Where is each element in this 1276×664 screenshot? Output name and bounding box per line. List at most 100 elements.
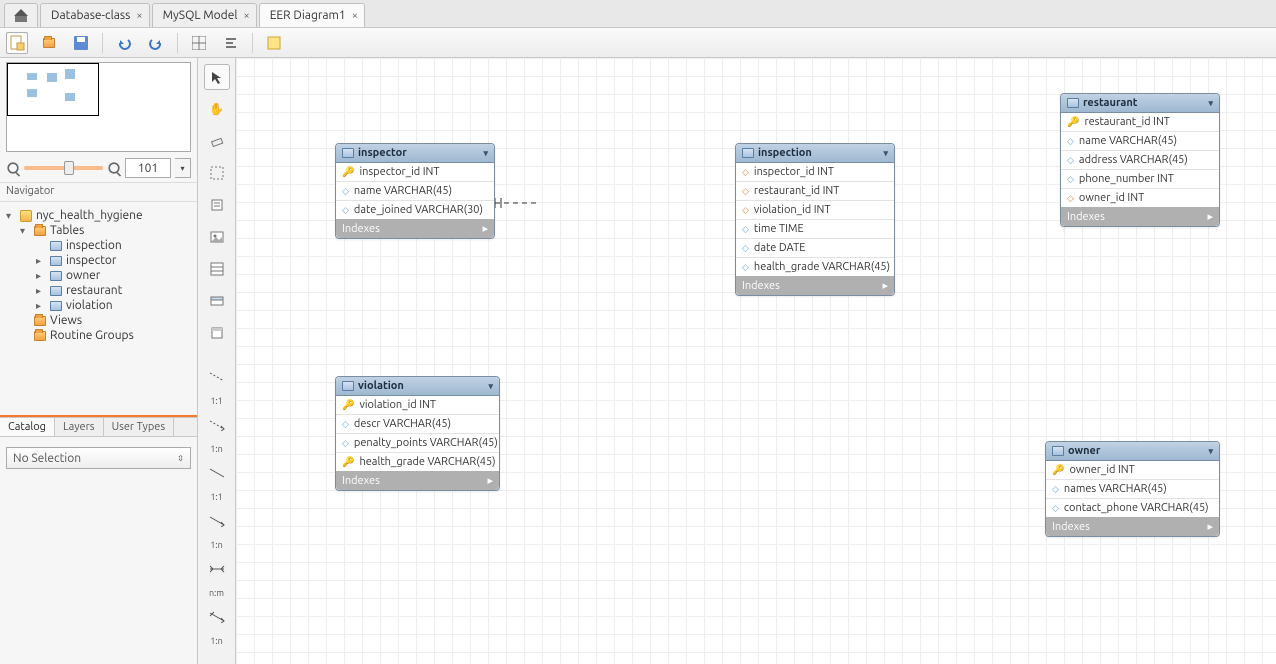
entity-header[interactable]: inspector▾ bbox=[336, 144, 494, 163]
grid-toggle-button[interactable] bbox=[188, 32, 210, 54]
selection-dropdown[interactable]: No Selection ⇳ bbox=[6, 447, 191, 469]
tool-rel-place[interactable] bbox=[204, 604, 230, 630]
entity-column[interactable]: ◇descr VARCHAR(45) bbox=[336, 414, 499, 433]
tree-table-violation[interactable]: ▸ violation bbox=[4, 298, 193, 313]
entity-header[interactable]: inspection▾ bbox=[736, 144, 894, 163]
collapse-icon[interactable]: ▾ bbox=[1208, 446, 1213, 457]
entity-footer[interactable]: Indexes▸ bbox=[336, 219, 494, 238]
entity-column[interactable]: 🔑restaurant_id INT bbox=[1061, 113, 1219, 131]
zoom-out-icon[interactable] bbox=[7, 162, 18, 173]
btab-layers[interactable]: Layers bbox=[55, 418, 104, 436]
entity-restaurant[interactable]: restaurant▾🔑restaurant_id INT◇name VARCH… bbox=[1060, 93, 1220, 227]
entity-column[interactable]: 🔑owner_id INT bbox=[1046, 461, 1219, 479]
entity-header[interactable]: restaurant▾ bbox=[1061, 94, 1219, 113]
disclosure-icon[interactable]: ▸ bbox=[36, 270, 46, 282]
entity-column[interactable]: ◇contact_phone VARCHAR(45) bbox=[1046, 498, 1219, 517]
tool-rel-11-id[interactable] bbox=[204, 460, 230, 486]
disclosure-icon[interactable]: ▸ bbox=[36, 255, 46, 267]
tool-hand[interactable]: ✋ bbox=[204, 96, 230, 122]
tool-note[interactable] bbox=[204, 192, 230, 218]
tool-table[interactable] bbox=[204, 256, 230, 282]
zoom-in-icon[interactable] bbox=[108, 162, 119, 173]
diagram-canvas[interactable]: inspector▾🔑inspector_id INT◇name VARCHAR… bbox=[236, 58, 1276, 664]
disclosure-icon[interactable]: ▸ bbox=[36, 285, 46, 297]
tool-rel-1n[interactable] bbox=[204, 412, 230, 438]
tree-folder-views[interactable]: Views bbox=[4, 313, 193, 328]
notes-button[interactable] bbox=[263, 32, 285, 54]
tree-table-owner[interactable]: ▸ owner bbox=[4, 268, 193, 283]
open-button[interactable] bbox=[38, 32, 60, 54]
entity-header[interactable]: violation▾ bbox=[336, 377, 499, 396]
entity-column[interactable]: 🔑inspector_id INT bbox=[336, 163, 494, 181]
entity-column[interactable]: ◇violation_id INT bbox=[736, 200, 894, 219]
minimap-viewport[interactable] bbox=[7, 63, 99, 116]
entity-column[interactable]: ◇name VARCHAR(45) bbox=[1061, 131, 1219, 150]
tree-table-inspector[interactable]: ▸ inspector bbox=[4, 253, 193, 268]
entity-column[interactable]: 🔑violation_id INT bbox=[336, 396, 499, 414]
collapse-icon[interactable]: ▾ bbox=[1208, 98, 1213, 109]
tree-table-restaurant[interactable]: ▸ restaurant bbox=[4, 283, 193, 298]
minimap[interactable] bbox=[6, 62, 191, 152]
collapse-icon[interactable]: ▾ bbox=[483, 148, 488, 159]
disclosure-icon[interactable]: ▸ bbox=[36, 300, 46, 312]
entity-column[interactable]: ◇owner_id INT bbox=[1061, 188, 1219, 207]
tree-table-inspection[interactable]: inspection bbox=[4, 238, 193, 253]
collapse-icon[interactable]: ▾ bbox=[488, 381, 493, 392]
close-icon[interactable]: × bbox=[352, 10, 358, 22]
entity-footer[interactable]: Indexes▸ bbox=[336, 471, 499, 490]
entity-inspection[interactable]: inspection▾◇inspector_id INT◇restaurant_… bbox=[735, 143, 895, 296]
entity-footer[interactable]: Indexes▸ bbox=[736, 276, 894, 295]
tool-pointer[interactable] bbox=[204, 64, 230, 90]
zoom-value-input[interactable]: 101 bbox=[125, 158, 171, 178]
tree-folder-routines[interactable]: Routine Groups bbox=[4, 328, 193, 343]
entity-inspector[interactable]: inspector▾🔑inspector_id INT◇name VARCHAR… bbox=[335, 143, 495, 239]
close-icon[interactable]: × bbox=[136, 10, 142, 22]
entity-owner[interactable]: owner▾🔑owner_id INT◇names VARCHAR(45)◇co… bbox=[1045, 441, 1220, 537]
entity-footer[interactable]: Indexes▸ bbox=[1061, 207, 1219, 226]
entity-column[interactable]: ◇time TIME bbox=[736, 219, 894, 238]
entity-column[interactable]: ◇date_joined VARCHAR(30) bbox=[336, 200, 494, 219]
entity-column[interactable]: ◇restaurant_id INT bbox=[736, 181, 894, 200]
tool-rel-11[interactable] bbox=[204, 364, 230, 390]
entity-column[interactable]: ◇health_grade VARCHAR(45) bbox=[736, 257, 894, 276]
entity-column[interactable]: ◇phone_number INT bbox=[1061, 169, 1219, 188]
btab-catalog[interactable]: Catalog bbox=[0, 418, 55, 436]
entity-column[interactable]: ◇name VARCHAR(45) bbox=[336, 181, 494, 200]
tool-layer[interactable] bbox=[204, 160, 230, 186]
home-tab[interactable] bbox=[4, 3, 38, 27]
disclosure-icon[interactable]: ▾ bbox=[20, 225, 30, 237]
tab-eer-diagram1[interactable]: EER Diagram1 × bbox=[259, 3, 365, 27]
tree-db-node[interactable]: ▾ nyc_health_hygiene bbox=[4, 208, 193, 223]
entity-column[interactable]: ◇address VARCHAR(45) bbox=[1061, 150, 1219, 169]
undo-button[interactable] bbox=[113, 32, 135, 54]
align-button[interactable] bbox=[220, 32, 242, 54]
zoom-dropdown-button[interactable]: ▾ bbox=[175, 158, 191, 178]
slider-thumb[interactable] bbox=[64, 161, 74, 175]
btab-usertypes[interactable]: User Types bbox=[104, 418, 175, 436]
tool-rel-1n-id[interactable] bbox=[204, 508, 230, 534]
entity-column[interactable]: ◇penalty_points VARCHAR(45) bbox=[336, 433, 499, 452]
save-button[interactable] bbox=[70, 32, 92, 54]
tab-database-class[interactable]: Database-class × bbox=[40, 3, 150, 27]
tool-rel-nm[interactable] bbox=[204, 556, 230, 582]
zoom-slider[interactable] bbox=[24, 166, 103, 170]
tool-image[interactable] bbox=[204, 224, 230, 250]
entity-violation[interactable]: violation▾🔑violation_id INT◇descr VARCHA… bbox=[335, 376, 500, 491]
entity-column[interactable]: ◇names VARCHAR(45) bbox=[1046, 479, 1219, 498]
entity-column[interactable]: ◇date DATE bbox=[736, 238, 894, 257]
entity-footer[interactable]: Indexes▸ bbox=[1046, 517, 1219, 536]
entity-column[interactable]: ◇inspector_id INT bbox=[736, 163, 894, 181]
new-document-button[interactable] bbox=[6, 32, 28, 54]
disclosure-icon[interactable]: ▾ bbox=[6, 210, 16, 222]
entity-column[interactable]: 🔑health_grade VARCHAR(45) bbox=[336, 452, 499, 471]
tab-mysql-model[interactable]: MySQL Model × bbox=[152, 3, 257, 27]
close-icon[interactable]: × bbox=[243, 10, 249, 22]
tree-label: Views bbox=[50, 314, 82, 327]
redo-button[interactable] bbox=[145, 32, 167, 54]
tool-eraser[interactable] bbox=[204, 128, 230, 154]
collapse-icon[interactable]: ▾ bbox=[883, 148, 888, 159]
tree-folder-tables[interactable]: ▾ Tables bbox=[4, 223, 193, 238]
tool-routine[interactable] bbox=[204, 320, 230, 346]
tool-view[interactable] bbox=[204, 288, 230, 314]
entity-header[interactable]: owner▾ bbox=[1046, 442, 1219, 461]
